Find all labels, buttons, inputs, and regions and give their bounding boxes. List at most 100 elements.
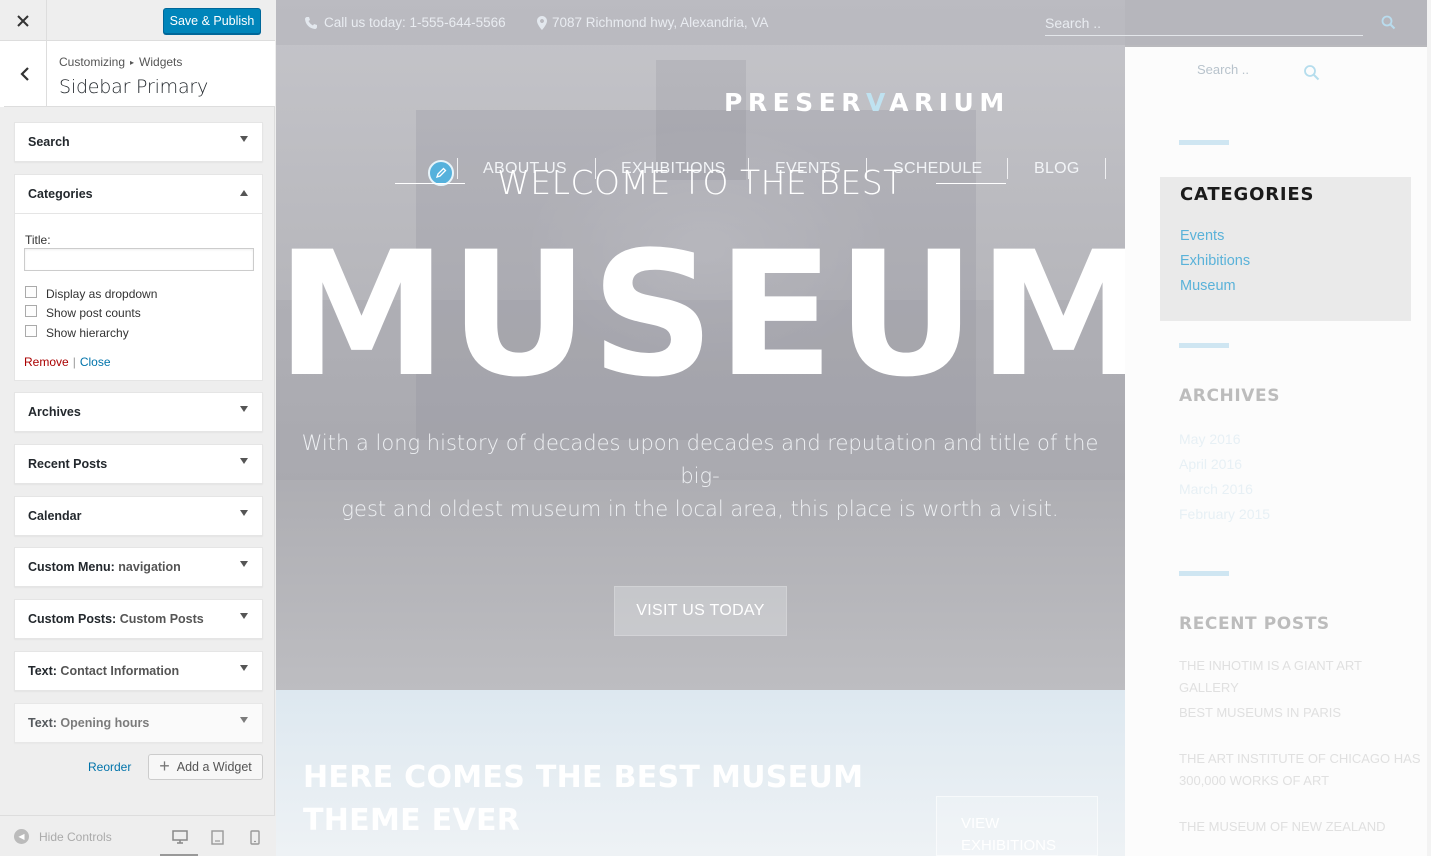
- visit-us-button[interactable]: VISIT US TODAY: [614, 586, 787, 636]
- site-logo[interactable]: PRESERVARIUM: [724, 88, 1010, 117]
- chevron-down-icon[interactable]: [240, 613, 248, 619]
- option-show-post-counts[interactable]: Show post counts: [25, 305, 141, 320]
- widget-text-contact[interactable]: Text: Contact Information: [14, 651, 263, 691]
- section-title: Sidebar Primary: [59, 76, 209, 98]
- phone-info: Call us today: 1-555-644-5566: [304, 15, 506, 30]
- checkbox[interactable]: [25, 305, 37, 317]
- hero-tagline: With a long history of decades upon deca…: [300, 427, 1100, 526]
- widget-type: Text:: [28, 716, 57, 730]
- close-link[interactable]: Close: [80, 355, 111, 369]
- widget-calendar[interactable]: Calendar: [14, 496, 263, 536]
- breadcrumb-child: Widgets: [139, 55, 183, 69]
- reorder-link[interactable]: Reorder: [88, 760, 131, 774]
- preview-sidebar: Search .. CATEGORIES Events Exhibitions …: [1125, 47, 1431, 856]
- widget-subtitle: Contact Information: [60, 664, 180, 678]
- chevron-down-icon[interactable]: [240, 665, 248, 671]
- mobile-preview-button[interactable]: [245, 828, 265, 846]
- categories-widget: CATEGORIES Events Exhibitions Museum: [1160, 177, 1411, 321]
- widget-title: Archives: [28, 405, 81, 419]
- search-button[interactable]: [1381, 15, 1396, 35]
- widget-type: Text:: [28, 664, 57, 678]
- widget-text-opening-hours[interactable]: Text: Opening hours: [14, 703, 263, 743]
- breadcrumb-root: Customizing: [59, 55, 126, 69]
- widget-recent-posts[interactable]: Recent Posts: [14, 444, 263, 484]
- option-label: Show post counts: [46, 306, 141, 320]
- breadcrumb-separator: ▸: [130, 58, 135, 67]
- chevron-up-icon[interactable]: [240, 190, 248, 196]
- sidebar-search-input[interactable]: Search ..: [1197, 62, 1249, 77]
- recent-post-link[interactable]: BEST MUSEUMS IN PARIS: [1179, 702, 1424, 724]
- close-customizer-button[interactable]: [0, 0, 47, 41]
- widget-title: Recent Posts: [28, 457, 108, 471]
- customizer-footer: ◀ Hide Controls: [0, 815, 275, 856]
- widget-archives[interactable]: Archives: [14, 392, 263, 432]
- chevron-left-icon: [20, 67, 29, 81]
- archive-link[interactable]: March 2016: [1179, 481, 1253, 497]
- view-exhibitions-button[interactable]: VIEW EXHIBITIONS: [936, 796, 1098, 856]
- widget-custom-menu[interactable]: Custom Menu: navigation: [14, 547, 263, 587]
- search-icon: [1381, 15, 1396, 30]
- widget-subtitle: Custom Posts: [119, 612, 204, 626]
- collapse-arrow-icon: ◀: [14, 829, 29, 844]
- address-text: 7087 Richmond hwy, Alexandria, VA: [552, 15, 769, 30]
- hero-welcome: WELCOME TO THE BEST: [497, 163, 904, 202]
- customizer-header: Save & Publish: [0, 0, 275, 41]
- tablet-preview-button[interactable]: [207, 828, 227, 846]
- recent-post-link[interactable]: THE INHOTIM IS A GIANT ART GALLERY: [1179, 655, 1424, 699]
- archive-link[interactable]: May 2016: [1179, 431, 1240, 447]
- desktop-icon: [172, 830, 188, 844]
- archive-link[interactable]: April 2016: [1179, 456, 1242, 472]
- preview-scrollbar[interactable]: [1427, 0, 1431, 856]
- chevron-down-icon[interactable]: [240, 561, 248, 567]
- tagline-line-1: With a long history of decades upon deca…: [301, 431, 1099, 488]
- recent-post-link[interactable]: THE ART INSTITUTE OF CHICAGO HAS 300,000…: [1179, 748, 1424, 792]
- breadcrumb: Customizing ▸ Widgets: [59, 55, 182, 69]
- recent-posts-heading: RECENT POSTS: [1179, 614, 1330, 634]
- chevron-down-icon[interactable]: [240, 717, 248, 723]
- tagline-line-2: gest and oldest museum in the local area…: [341, 497, 1059, 521]
- category-link[interactable]: Exhibitions: [1180, 253, 1250, 269]
- archive-link[interactable]: February 2015: [1179, 506, 1270, 522]
- phone-icon: [305, 16, 317, 29]
- chevron-down-icon[interactable]: [240, 510, 248, 516]
- add-widget-button[interactable]: + Add a Widget: [148, 754, 263, 780]
- title-field[interactable]: [24, 248, 254, 271]
- archives-heading: ARCHIVES: [1179, 386, 1281, 406]
- widget-categories-header[interactable]: Categories: [15, 175, 262, 214]
- mobile-icon: [250, 829, 260, 845]
- chevron-down-icon[interactable]: [240, 406, 248, 412]
- widget-search[interactable]: Search: [14, 122, 263, 162]
- chevron-down-icon[interactable]: [240, 136, 248, 142]
- widget-title: Custom Menu: navigation: [28, 560, 181, 574]
- category-link[interactable]: Museum: [1180, 278, 1236, 294]
- widget-subtitle: navigation: [118, 560, 181, 574]
- search-icon: [1304, 65, 1320, 81]
- header-search-input[interactable]: Search ..: [1045, 15, 1363, 36]
- title-field-label: Title:: [25, 233, 51, 247]
- recent-post-link[interactable]: THE MUSEUM OF NEW ZEALAND: [1179, 816, 1424, 838]
- widget-custom-posts[interactable]: Custom Posts: Custom Posts: [14, 599, 263, 639]
- option-show-hierarchy[interactable]: Show hierarchy: [25, 325, 129, 340]
- widget-type: Custom Menu:: [28, 560, 115, 574]
- logo-v-mark: V: [865, 88, 890, 117]
- hide-controls-button[interactable]: ◀ Hide Controls: [14, 829, 112, 844]
- sidebar-search-button[interactable]: [1303, 64, 1320, 86]
- desktop-preview-button[interactable]: [170, 828, 190, 846]
- widget-subtitle: Opening hours: [60, 716, 150, 730]
- widget-type: Custom Posts:: [28, 612, 117, 626]
- categories-heading: CATEGORIES: [1180, 184, 1315, 205]
- widget-title: Custom Posts: Custom Posts: [28, 612, 204, 626]
- section-heading: HERE COMES THE BEST MUSEUM THEME EVER: [303, 760, 864, 838]
- save-publish-button[interactable]: Save & Publish: [163, 8, 261, 34]
- category-link[interactable]: Events: [1180, 228, 1224, 244]
- checkbox[interactable]: [25, 325, 37, 337]
- chevron-down-icon[interactable]: [240, 458, 248, 464]
- option-display-dropdown[interactable]: Display as dropdown: [25, 286, 157, 301]
- widget-divider: [1179, 571, 1229, 576]
- plus-icon: +: [159, 755, 170, 776]
- checkbox[interactable]: [25, 286, 37, 298]
- logo-text-right: ARIUM: [889, 88, 1010, 117]
- logo-text-left: PRESER: [724, 88, 866, 117]
- back-button[interactable]: [0, 41, 47, 107]
- remove-link[interactable]: Remove: [24, 355, 69, 369]
